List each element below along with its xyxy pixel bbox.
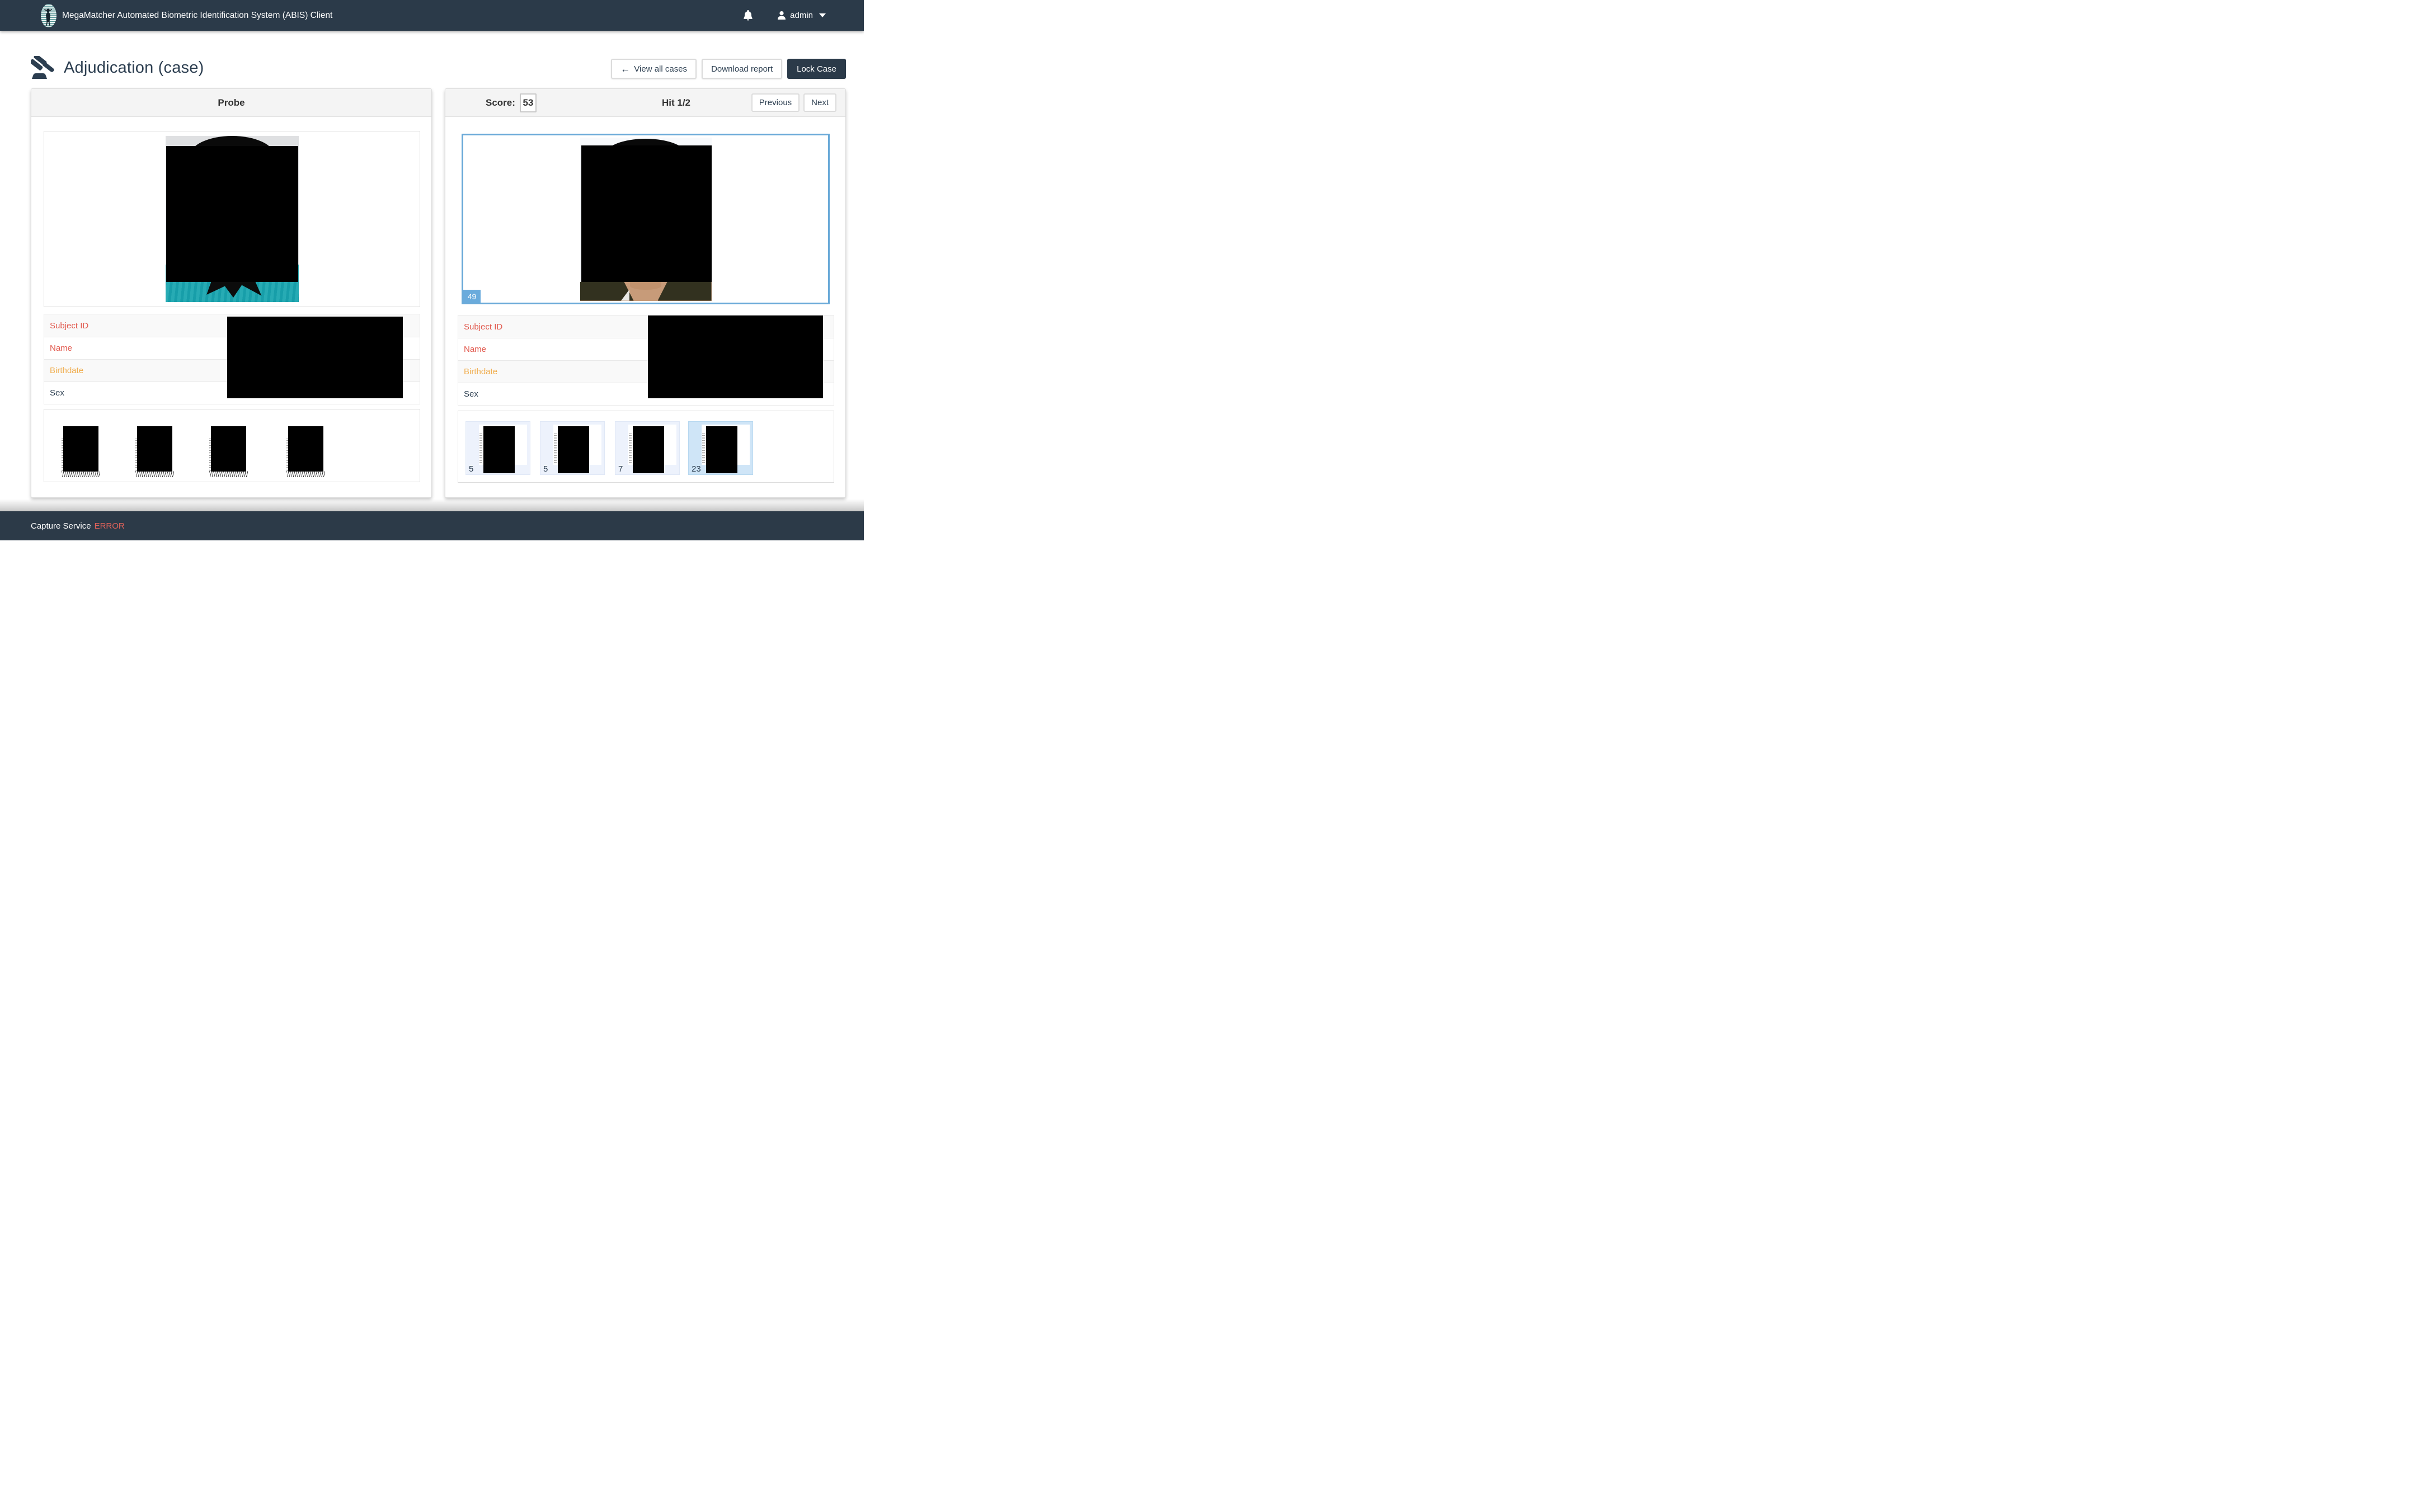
probe-photo-frame	[44, 131, 420, 307]
user-name: admin	[790, 11, 813, 20]
top-navbar: MegaMatcher Automated Biometric Identifi…	[0, 0, 864, 31]
redaction-overlay	[633, 426, 664, 473]
redaction-overlay	[211, 426, 246, 472]
probe-birthdate-label: Birthdate	[50, 366, 83, 375]
user-menu[interactable]: admin	[778, 11, 826, 20]
fingerprint-texture	[62, 471, 100, 477]
hit-fingerprints-box: 5 5 7 23	[458, 411, 834, 483]
redaction-overlay	[483, 426, 515, 473]
lock-case-button[interactable]: Lock Case	[787, 59, 846, 79]
app-logo-icon	[40, 3, 57, 28]
probe-panel-header: Probe	[31, 89, 431, 117]
gavel-icon	[31, 56, 57, 79]
probe-fingerprint-thumbnail	[135, 425, 178, 478]
capture-service-label: Capture Service	[31, 521, 91, 531]
hit-fingerprint-card[interactable]: 5	[540, 421, 605, 475]
hit-pager: Previous Next	[751, 93, 836, 112]
abis-client-window: MegaMatcher Automated Biometric Identifi…	[0, 0, 864, 540]
hit-panel: Score: Hit 1/2 Previous Next 49	[445, 88, 846, 498]
redaction-overlay	[63, 426, 98, 472]
view-all-cases-button[interactable]: ← View all cases	[611, 59, 697, 79]
hit-fingerprint-card[interactable]: 5	[465, 421, 530, 475]
probe-sex-label: Sex	[50, 388, 64, 398]
next-hit-button[interactable]: Next	[803, 93, 836, 112]
probe-panel: Probe Subject ID Name Birthdate Sex	[31, 88, 432, 498]
probe-photo	[166, 136, 299, 302]
redaction-overlay	[581, 145, 712, 282]
redaction-overlay	[648, 315, 823, 398]
hit-photo	[580, 138, 712, 301]
fingerprint-texture	[554, 432, 557, 463]
navbar-right: admin	[743, 10, 826, 21]
app-title: MegaMatcher Automated Biometric Identifi…	[62, 11, 332, 21]
redaction-overlay	[706, 426, 737, 473]
fingerprint-texture	[209, 471, 248, 477]
toolbar: ← View all cases Download report Lock Ca…	[611, 59, 846, 79]
caret-down-icon	[819, 13, 826, 17]
page-title: Adjudication (case)	[64, 59, 204, 77]
page-title-row: Adjudication (case)	[31, 56, 204, 79]
fingerprint-score: 23	[692, 464, 701, 474]
user-icon	[778, 11, 786, 20]
probe-subject-id-label: Subject ID	[50, 321, 88, 331]
hit-photo-frame[interactable]: 49	[462, 134, 830, 304]
view-all-cases-label: View all cases	[634, 64, 687, 74]
lock-case-label: Lock Case	[797, 64, 836, 74]
status-footer: Capture Service ERROR	[0, 511, 864, 540]
fingerprint-texture	[629, 432, 632, 463]
hit-fingerprint-card[interactable]: 7	[615, 421, 680, 475]
fingerprint-texture	[479, 432, 482, 463]
redaction-overlay	[288, 426, 323, 472]
probe-fingerprint-thumbnail	[209, 425, 252, 478]
redaction-overlay	[227, 317, 403, 398]
previous-hit-button[interactable]: Previous	[751, 93, 800, 112]
match-score-badge: 49	[463, 290, 481, 303]
fingerprint-texture	[702, 432, 705, 463]
hit-photo-chin	[630, 281, 661, 290]
download-report-button[interactable]: Download report	[702, 59, 782, 79]
jacket-lapel	[658, 282, 712, 301]
probe-fingerprint-thumbnail	[62, 425, 104, 478]
hit-name-label: Name	[464, 345, 486, 354]
capture-service-status: ERROR	[95, 521, 125, 531]
hit-fingerprint-card-selected[interactable]: 23	[688, 421, 753, 475]
footer-shadow	[0, 499, 864, 511]
fingerprint-score: 5	[469, 464, 473, 474]
hit-sex-label: Sex	[464, 389, 478, 399]
redaction-overlay	[558, 426, 589, 473]
notifications-bell-icon[interactable]	[743, 10, 753, 21]
redaction-overlay	[137, 426, 172, 472]
redaction-overlay	[166, 146, 298, 282]
hit-birthdate-label: Birthdate	[464, 367, 497, 376]
fingerprint-texture	[286, 471, 325, 477]
probe-fingerprints-box	[44, 409, 420, 482]
fingerprint-texture	[135, 471, 174, 477]
hit-panel-header: Score: Hit 1/2 Previous Next	[445, 89, 845, 117]
arrow-left-icon: ←	[620, 64, 630, 74]
download-report-label: Download report	[711, 64, 773, 74]
hit-subject-id-label: Subject ID	[464, 322, 502, 332]
fingerprint-score: 5	[543, 464, 548, 474]
fingerprint-score: 7	[618, 464, 623, 474]
probe-panel-title: Probe	[218, 97, 244, 109]
probe-name-label: Name	[50, 343, 72, 353]
probe-fingerprint-thumbnail	[286, 425, 329, 478]
